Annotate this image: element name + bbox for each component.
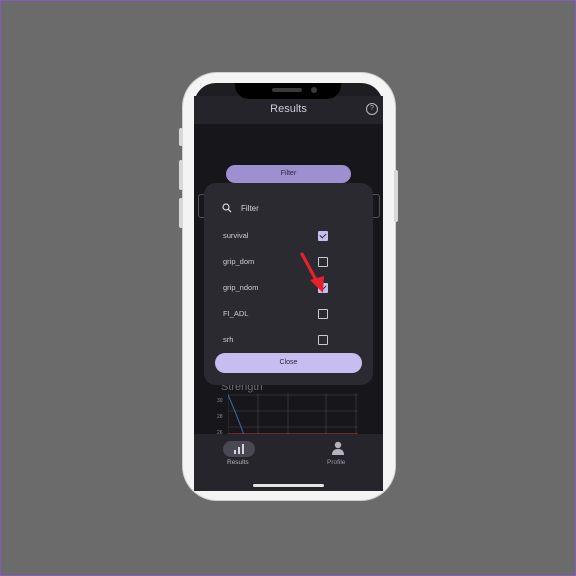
phone-volume-down — [179, 198, 183, 228]
red-arrow-annotation — [300, 252, 324, 293]
filter-item-checkbox[interactable] — [318, 335, 328, 345]
notch-camera — [311, 87, 317, 93]
chart-series-line — [228, 394, 245, 435]
filter-item-label[interactable]: FI_ADL — [223, 309, 248, 318]
filter-item-label[interactable]: survival — [223, 231, 248, 240]
phone-volume-up — [179, 160, 183, 190]
filter-button[interactable]: Filter — [226, 165, 351, 183]
notch-speaker — [272, 88, 302, 92]
person-icon[interactable] — [331, 441, 345, 455]
filter-item-label[interactable]: grip_ndom — [223, 283, 258, 292]
home-indicator — [253, 484, 324, 487]
bottom-navigation — [194, 434, 383, 491]
search-icon — [222, 203, 232, 213]
bar-chart-icon[interactable] — [232, 444, 246, 454]
y-tick-label: 30 — [217, 398, 223, 404]
filter-item-label[interactable]: srh — [223, 335, 233, 344]
strength-chart — [228, 393, 358, 435]
filter-item-checkbox[interactable] — [318, 231, 328, 241]
y-tick-label: 28 — [217, 414, 223, 420]
filter-item-label[interactable]: grip_dom — [223, 257, 254, 266]
filter-item-checkbox[interactable] — [318, 309, 328, 319]
help-circle-icon[interactable]: ? — [366, 103, 378, 115]
phone-power-button — [394, 170, 398, 222]
close-button[interactable]: Close — [215, 353, 362, 373]
page-title: Results — [270, 103, 307, 115]
search-input[interactable]: Filter — [241, 204, 259, 213]
nav-results-label[interactable]: Results — [227, 459, 249, 466]
phone-side-button — [179, 128, 183, 146]
nav-profile-label[interactable]: Profile — [327, 459, 345, 466]
app-top-bar: Results — [194, 96, 383, 124]
